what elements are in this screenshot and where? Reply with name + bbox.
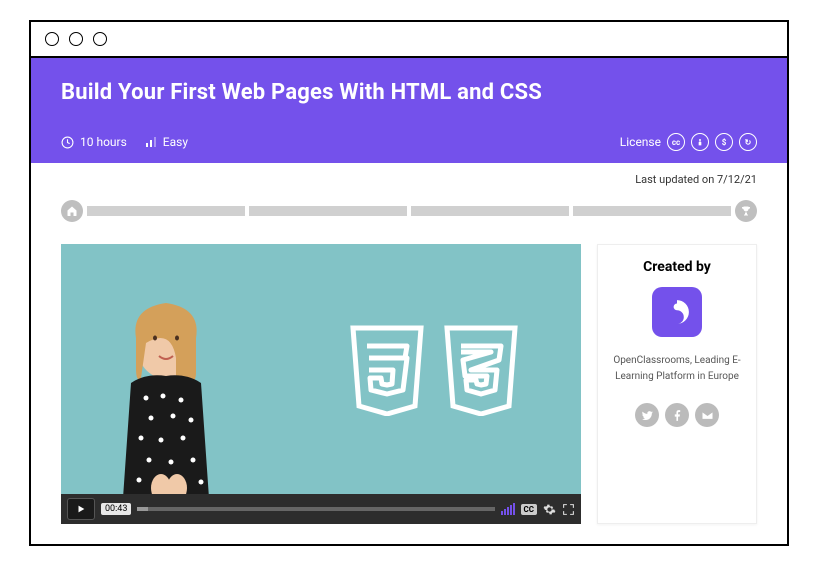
difficulty: Easy [145,135,188,149]
twitter-icon [641,409,654,422]
difficulty-label: Easy [163,135,188,149]
fullscreen-icon[interactable] [562,503,575,516]
window-close-dot[interactable] [45,32,59,46]
settings-icon[interactable] [543,503,556,516]
creator-description: OpenClassrooms, Leading E-Learning Platf… [608,353,746,385]
progress-segment[interactable] [249,206,407,216]
creator-heading: Created by [608,259,746,275]
license-group: License cc $ ↻ [620,133,757,151]
play-button[interactable] [67,498,95,520]
mail-icon [701,409,714,422]
hero-meta-left: 10 hours Easy [61,135,188,149]
cc-icon: cc [667,133,685,151]
html5-shield-icon [347,324,427,416]
hero-meta-row: 10 hours Easy License cc $ ↻ [61,133,757,151]
browser-frame: Build Your First Web Pages With HTML and… [29,20,789,546]
instructor-image [101,288,231,494]
social-row [608,403,746,427]
video-timecode: 00:43 [101,503,131,515]
play-icon [76,504,86,514]
cc-nc-icon: $ [715,133,733,151]
progress-segment[interactable] [573,206,731,216]
volume-icon[interactable] [501,503,515,515]
css3-shield-icon [441,324,521,416]
license-label: License [620,135,661,149]
tech-logos [347,324,521,416]
video-thumbnail [61,244,581,494]
video-controls: 00:43 CC [61,494,581,524]
hero-banner: Build Your First Web Pages With HTML and… [31,58,787,163]
course-title: Build Your First Web Pages With HTML and… [61,80,757,105]
facebook-button[interactable] [665,403,689,427]
browser-titlebar [31,22,787,58]
content-area: Last updated on 7/12/21 [31,163,787,544]
twitter-button[interactable] [635,403,659,427]
seek-bar[interactable] [137,507,494,511]
email-button[interactable] [695,403,719,427]
clock-icon [61,136,74,149]
trophy-icon [740,205,752,217]
duration: 10 hours [61,135,127,149]
cc-by-icon [691,133,709,151]
progress-home-button[interactable] [61,200,83,222]
progress-segment[interactable] [87,206,245,216]
cc-sa-icon: ↻ [739,133,757,151]
progress-segment[interactable] [411,206,569,216]
progress-track [61,200,757,222]
creator-logo[interactable] [652,287,702,337]
duration-label: 10 hours [80,135,127,149]
window-minimize-dot[interactable] [69,32,83,46]
captions-button[interactable]: CC [521,504,537,515]
openclassrooms-icon [660,295,694,329]
signal-icon [145,136,157,148]
facebook-icon [671,409,684,422]
last-updated: Last updated on 7/12/21 [61,173,757,186]
main-columns: 00:43 CC [61,244,757,524]
seek-progress [137,507,148,511]
creator-card: Created by OpenClassrooms, Leading E-Lea… [597,244,757,524]
progress-trophy-button[interactable] [735,200,757,222]
window-maximize-dot[interactable] [93,32,107,46]
home-icon [66,205,78,217]
video-player[interactable]: 00:43 CC [61,244,581,524]
video-right-controls: CC [501,503,575,516]
